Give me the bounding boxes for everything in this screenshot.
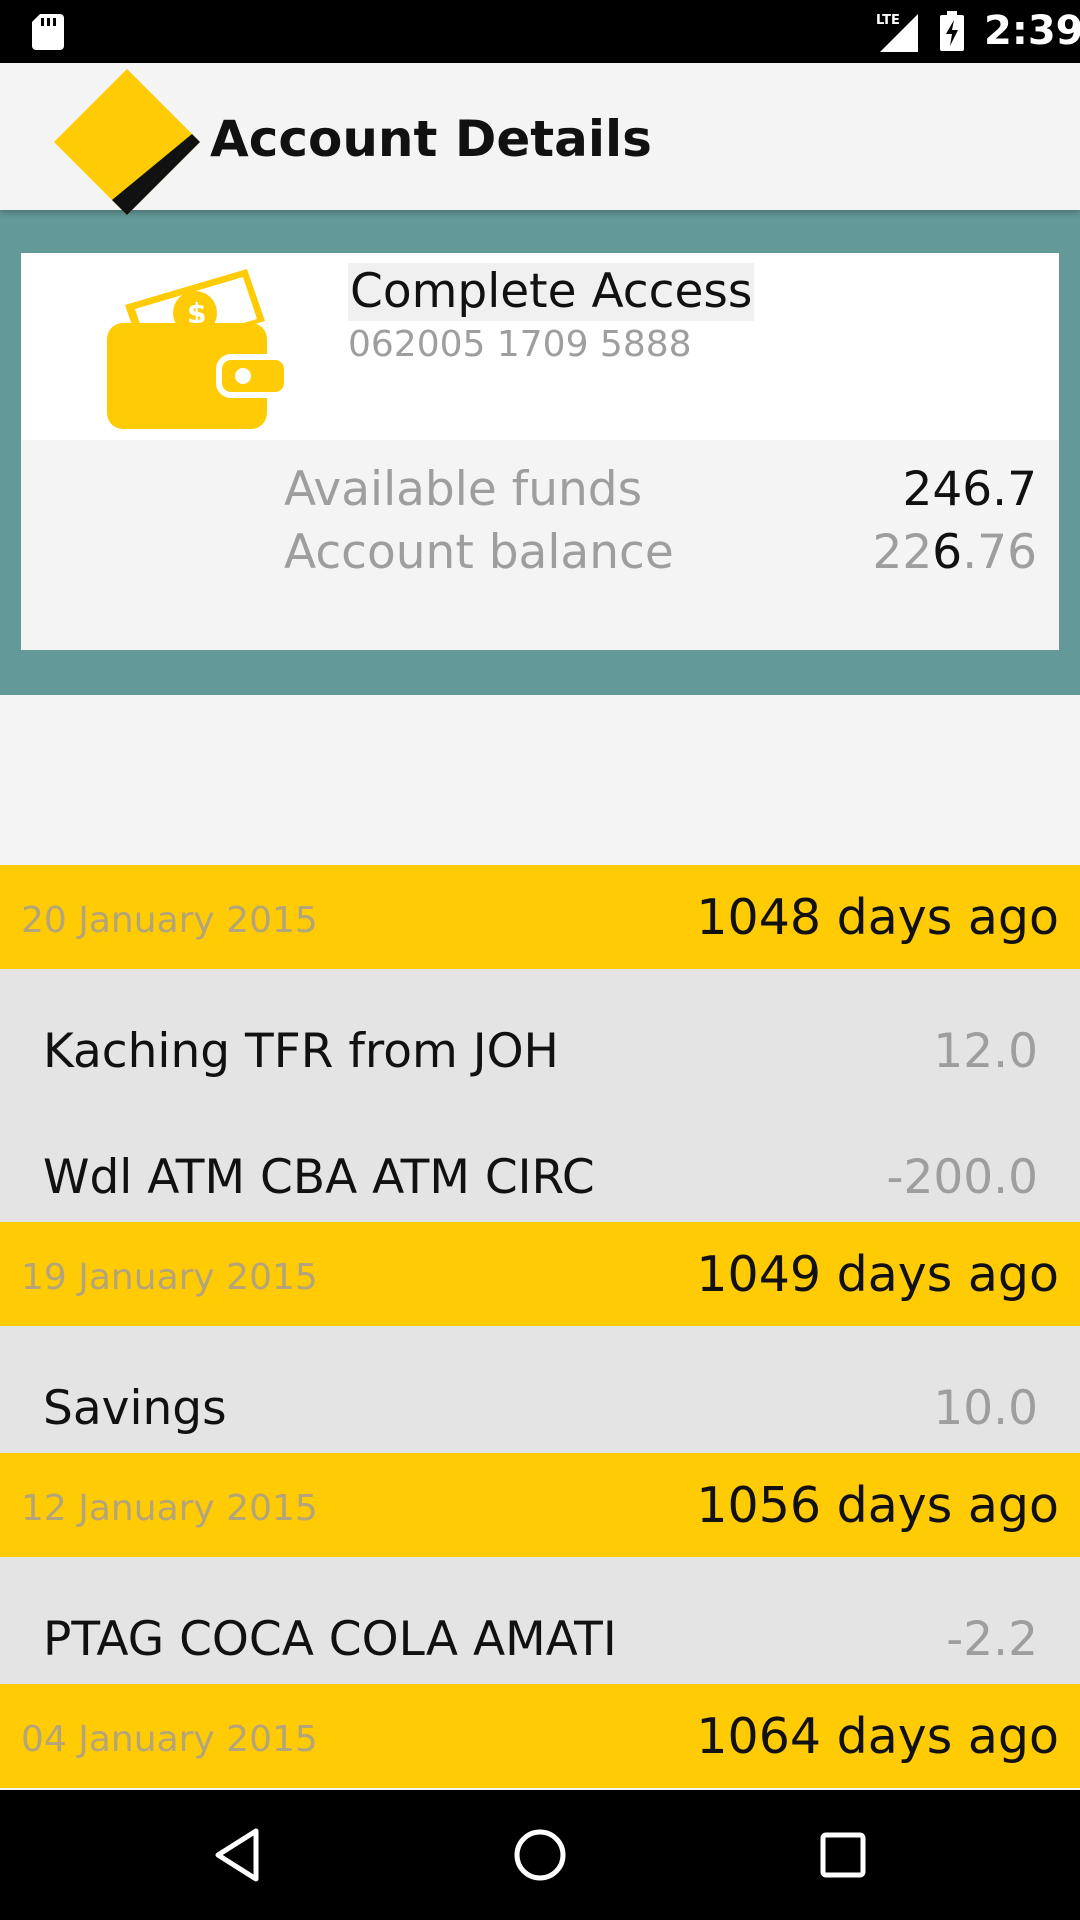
transaction-group: Kaching TFR from JOH 12.0 Wdl ATM CBA AT… — [0, 969, 1080, 1222]
available-funds-overlap-digit: 6 — [932, 525, 962, 580]
transaction-description: Kaching TFR from JOH — [43, 1024, 559, 1079]
recents-icon[interactable] — [813, 1825, 873, 1885]
transaction-amount: -2.2 — [946, 1612, 1038, 1667]
commbank-logo-icon — [54, 69, 200, 215]
transaction-description: Wdl ATM CBA ATM CIRC — [43, 1150, 595, 1205]
date-header: 20 January 2015 1048 days ago — [0, 865, 1080, 969]
account-summary: $ Complete Access 062005 1709 5888 Avail… — [0, 210, 1080, 695]
transaction-description: Savings — [43, 1381, 227, 1436]
days-ago-label: 1056 days ago — [696, 1477, 1059, 1534]
days-ago-label: 1064 days ago — [696, 1708, 1059, 1765]
account-number: 062005 1709 5888 — [348, 324, 692, 365]
account-name: Complete Access — [348, 263, 755, 321]
battery-charging-icon — [940, 11, 964, 51]
clock: 2:39 — [984, 8, 1080, 54]
transaction-amount: 10.0 — [933, 1381, 1038, 1436]
transaction-group: PTAG COCA COLA AMATI -2.2 — [0, 1557, 1080, 1684]
account-card[interactable]: $ Complete Access 062005 1709 5888 — [21, 253, 1059, 440]
available-funds-value: 246.7 — [902, 462, 1037, 517]
transaction-description: PTAG COCA COLA AMATI — [43, 1612, 617, 1667]
status-bar: LTE 2:39 — [0, 0, 1080, 63]
sd-card-icon — [32, 14, 64, 50]
date-label: 04 January 2015 — [21, 1719, 318, 1760]
date-label: 12 January 2015 — [21, 1488, 318, 1529]
date-header: 19 January 2015 1049 days ago — [0, 1222, 1080, 1326]
home-icon[interactable] — [510, 1825, 570, 1885]
transaction-row[interactable]: Kaching TFR from JOH 12.0 — [0, 1017, 1080, 1087]
lte-signal-icon: LTE — [876, 13, 918, 52]
transaction-list[interactable]: 20 January 2015 1048 days ago Kaching TF… — [0, 865, 1080, 1790]
page-title: Account Details — [210, 110, 652, 168]
days-ago-label: 1048 days ago — [696, 889, 1059, 946]
date-header: 12 January 2015 1056 days ago — [0, 1453, 1080, 1557]
app-bar: Account Details — [0, 63, 1080, 215]
transaction-group: Savings 10.0 — [0, 1326, 1080, 1453]
wallet-icon: $ — [107, 269, 287, 429]
date-label: 20 January 2015 — [21, 900, 318, 941]
transaction-row[interactable]: Wdl ATM CBA ATM CIRC -200.0 — [0, 1143, 1080, 1213]
svg-text:LTE: LTE — [876, 13, 900, 28]
navigation-bar — [0, 1790, 1080, 1920]
back-icon[interactable] — [208, 1825, 268, 1885]
days-ago-label: 1049 days ago — [696, 1246, 1059, 1303]
date-header: 04 January 2015 1064 days ago — [0, 1684, 1080, 1788]
available-funds-label: Available funds — [284, 462, 643, 517]
transaction-row[interactable]: PTAG COCA COLA AMATI -2.2 — [0, 1605, 1080, 1675]
date-label: 19 January 2015 — [21, 1257, 318, 1298]
transaction-amount: 12.0 — [933, 1024, 1038, 1079]
transaction-amount: -200.0 — [886, 1150, 1038, 1205]
account-balance-label: Account balance — [284, 525, 674, 580]
transaction-row[interactable]: Savings 10.0 — [0, 1374, 1080, 1444]
account-balances: Available funds 246.7 Account balance 22… — [21, 440, 1059, 650]
